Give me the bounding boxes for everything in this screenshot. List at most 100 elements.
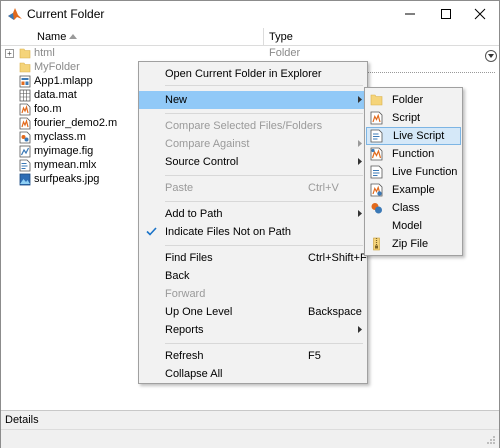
mlx-file-icon bbox=[19, 159, 31, 172]
file-name: mymean.mlx bbox=[34, 159, 97, 171]
submenu-item-class[interactable]: Class bbox=[366, 199, 461, 217]
menu-separator bbox=[165, 175, 363, 176]
folder-icon bbox=[370, 94, 383, 106]
list-item[interactable]: + html Folder bbox=[1, 47, 481, 61]
menu-item-label: Back bbox=[165, 270, 190, 282]
details-panel-header[interactable]: Details bbox=[1, 410, 499, 429]
expand-icon[interactable]: + bbox=[5, 49, 14, 58]
submenu-item-live-script[interactable]: Live Script bbox=[366, 127, 461, 145]
submenu-item-folder[interactable]: Folder bbox=[366, 91, 461, 109]
submenu-arrow-icon bbox=[358, 140, 362, 147]
menu-item-compare-selected[interactable]: Compare Selected Files/Folders bbox=[139, 117, 367, 135]
menu-item-shortcut: Ctrl+V bbox=[308, 182, 339, 194]
submenu-item-model[interactable]: Model bbox=[366, 217, 461, 235]
column-divider[interactable] bbox=[263, 28, 264, 45]
minimize-icon bbox=[405, 13, 415, 15]
menu-item-find-files[interactable]: Find Files Ctrl+Shift+F bbox=[139, 249, 367, 267]
submenu-item-label: Class bbox=[392, 202, 420, 214]
checkmark-icon bbox=[146, 227, 157, 236]
menu-item-refresh[interactable]: Refresh F5 bbox=[139, 347, 367, 365]
submenu-arrow-icon bbox=[358, 210, 362, 217]
mat-file-icon bbox=[19, 89, 31, 102]
submenu-item-label: Zip File bbox=[392, 238, 429, 250]
menu-item-compare-against[interactable]: Compare Against bbox=[139, 135, 367, 153]
submenu-item-zip-file[interactable]: Zip File bbox=[366, 235, 461, 253]
submenu-arrow-icon bbox=[358, 326, 362, 333]
menu-item-source-control[interactable]: Source Control bbox=[139, 153, 367, 171]
menu-separator bbox=[165, 201, 363, 202]
close-button[interactable] bbox=[463, 1, 497, 27]
menu-item-label: Forward bbox=[165, 288, 206, 300]
maximize-icon bbox=[441, 9, 451, 19]
function-icon bbox=[370, 147, 383, 161]
menu-item-label: Up One Level bbox=[165, 306, 233, 318]
menu-item-up-one-level[interactable]: Up One Level Backspace bbox=[139, 303, 367, 321]
resize-grip-icon[interactable] bbox=[486, 435, 496, 445]
menu-item-label: Source Control bbox=[165, 156, 239, 168]
zip-file-icon bbox=[373, 237, 380, 251]
file-name: data.mat bbox=[34, 89, 77, 101]
m-file-icon bbox=[19, 117, 31, 130]
title-bar: Current Folder bbox=[1, 1, 499, 27]
menu-item-label: Paste bbox=[165, 182, 194, 194]
folder-icon bbox=[19, 62, 31, 73]
options-dropdown-button[interactable] bbox=[485, 50, 497, 62]
mlapp-file-icon bbox=[19, 75, 31, 88]
menu-item-shortcut: Ctrl+Shift+F bbox=[308, 252, 367, 264]
m-file-icon bbox=[19, 103, 31, 116]
column-header-row: Name Type bbox=[1, 28, 499, 46]
menu-item-label: Refresh bbox=[165, 350, 204, 362]
minimize-button[interactable] bbox=[393, 1, 427, 27]
menu-item-shortcut: Backspace bbox=[308, 306, 362, 318]
close-icon bbox=[474, 8, 486, 20]
menu-item-add-to-path[interactable]: Add to Path bbox=[139, 205, 367, 223]
sort-ascending-icon bbox=[69, 34, 77, 39]
jpg-file-icon bbox=[19, 173, 31, 186]
class-file-icon bbox=[19, 131, 31, 144]
fig-file-icon bbox=[19, 145, 31, 158]
live-function-icon bbox=[370, 165, 383, 179]
menu-item-back[interactable]: Back bbox=[139, 267, 367, 285]
chevron-down-icon bbox=[488, 54, 494, 58]
menu-item-label: Find Files bbox=[165, 252, 213, 264]
menu-separator bbox=[165, 245, 363, 246]
file-name: App1.mlapp bbox=[34, 75, 93, 87]
submenu-item-live-function[interactable]: Live Function bbox=[366, 163, 461, 181]
menu-separator bbox=[165, 85, 363, 86]
status-strip bbox=[1, 429, 499, 448]
submenu-arrow-icon bbox=[358, 158, 362, 165]
menu-item-open-in-explorer[interactable]: Open Current Folder in Explorer bbox=[139, 65, 367, 83]
submenu-item-label: Live Function bbox=[392, 166, 458, 178]
live-script-icon bbox=[370, 129, 383, 143]
menu-item-label: Open Current Folder in Explorer bbox=[165, 68, 322, 80]
file-name: myclass.m bbox=[34, 131, 86, 143]
submenu-arrow-icon bbox=[358, 96, 362, 103]
new-submenu: Folder Script Live Script Function Live … bbox=[364, 87, 463, 256]
menu-item-reports[interactable]: Reports bbox=[139, 321, 367, 339]
menu-item-forward[interactable]: Forward bbox=[139, 285, 367, 303]
submenu-item-label: Script bbox=[392, 112, 421, 124]
menu-item-label: Collapse All bbox=[165, 368, 223, 380]
submenu-item-label: Function bbox=[392, 148, 435, 160]
menu-separator bbox=[165, 113, 363, 114]
example-icon bbox=[370, 183, 383, 197]
drop-indicator bbox=[367, 72, 495, 73]
maximize-button[interactable] bbox=[429, 1, 463, 27]
type-column-header[interactable]: Type bbox=[269, 31, 293, 43]
menu-item-collapse-all[interactable]: Collapse All bbox=[139, 365, 367, 383]
submenu-item-example[interactable]: Example bbox=[366, 181, 461, 199]
file-name: myimage.fig bbox=[34, 145, 94, 157]
file-name: foo.m bbox=[34, 103, 62, 115]
submenu-item-function[interactable]: Function bbox=[366, 145, 461, 163]
name-column-header[interactable]: Name bbox=[37, 31, 66, 43]
file-name: MyFolder bbox=[34, 61, 80, 73]
submenu-item-script[interactable]: Script bbox=[366, 109, 461, 127]
menu-item-paste[interactable]: Paste Ctrl+V bbox=[139, 179, 367, 197]
submenu-item-label: Model bbox=[392, 220, 422, 232]
menu-item-new[interactable]: New bbox=[139, 91, 367, 109]
submenu-item-label: Example bbox=[392, 184, 435, 196]
menu-item-indicate-files-not-on-path[interactable]: Indicate Files Not on Path bbox=[139, 223, 367, 241]
matlab-logo-icon bbox=[8, 8, 22, 20]
menu-item-label: Add to Path bbox=[165, 208, 223, 220]
window-title: Current Folder bbox=[27, 7, 105, 21]
